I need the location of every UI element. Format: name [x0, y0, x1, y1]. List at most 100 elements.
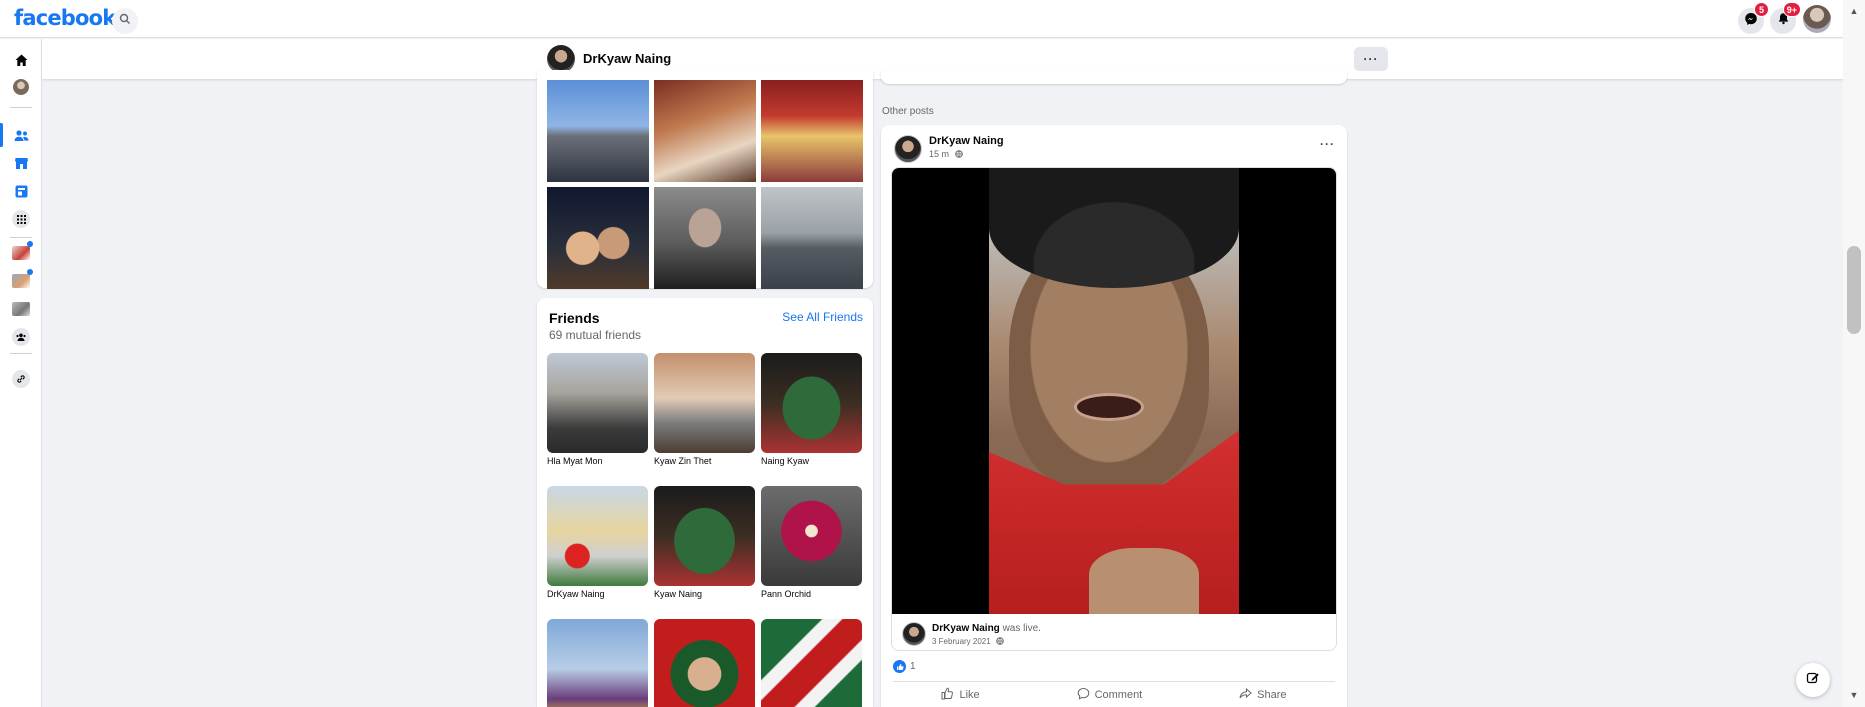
- friend-tile[interactable]: [761, 619, 862, 707]
- messenger-button[interactable]: 5: [1738, 2, 1769, 34]
- rail-divider: [10, 353, 32, 354]
- comment-label[interactable]: Comment: [1095, 689, 1143, 701]
- photo-thumbnail[interactable]: [654, 80, 756, 182]
- profile-avatar-icon[interactable]: [11, 77, 31, 97]
- search-button[interactable]: [112, 8, 138, 34]
- friends-card: Friends 69 mutual friends See All Friend…: [537, 298, 873, 707]
- reaction-count[interactable]: 1: [910, 661, 916, 672]
- pages-icon[interactable]: [11, 181, 31, 201]
- friend-photo[interactable]: [547, 486, 648, 586]
- like-label[interactable]: Like: [959, 689, 979, 701]
- video-hand: [1089, 548, 1199, 614]
- see-all-friends-link[interactable]: See All Friends: [782, 310, 863, 324]
- friend-photo[interactable]: [547, 619, 648, 707]
- active-indicator: [0, 123, 3, 147]
- photo-thumbnail[interactable]: [761, 80, 863, 182]
- photo-thumbnail[interactable]: [547, 187, 649, 289]
- friend-photo[interactable]: [761, 353, 862, 453]
- post-action-bar: Like Comment Share: [893, 681, 1335, 707]
- friend-tile[interactable]: DrKyaw Naing: [547, 486, 648, 599]
- other-posts-label: Other posts: [882, 106, 934, 117]
- home-icon[interactable]: [11, 50, 31, 70]
- share-button[interactable]: Share: [1239, 687, 1287, 703]
- live-date[interactable]: 3 February 2021: [932, 637, 1004, 646]
- mutual-friends-count: 69 mutual friends: [549, 328, 642, 342]
- notifications-button[interactable]: 9+: [1770, 2, 1801, 34]
- photo-thumbnail[interactable]: [654, 187, 756, 289]
- photo-thumbnail[interactable]: [547, 80, 649, 182]
- unread-dot: [27, 269, 33, 275]
- share-label[interactable]: Share: [1257, 689, 1286, 701]
- friend-tile[interactable]: Hla Myat Mon: [547, 353, 648, 466]
- friend-tile[interactable]: [654, 619, 755, 707]
- scroll-down-arrow-icon[interactable]: ▼: [1849, 690, 1859, 700]
- friend-tile[interactable]: Pann Orchid: [761, 486, 862, 599]
- friend-name[interactable]: Kyaw Naing: [654, 589, 755, 599]
- friend-photo[interactable]: [654, 353, 755, 453]
- friends-icon[interactable]: [11, 125, 31, 145]
- video-player[interactable]: [892, 168, 1336, 614]
- previous-post-card: [881, 70, 1347, 84]
- post-author-avatar[interactable]: [894, 135, 922, 163]
- share-icon: [1239, 687, 1252, 703]
- compose-icon: [1806, 671, 1820, 690]
- post-time-text[interactable]: 15 m: [929, 149, 949, 159]
- friend-name[interactable]: Kyaw Zin Thet: [654, 456, 755, 466]
- friend-name[interactable]: DrKyaw Naing: [547, 589, 648, 599]
- like-button[interactable]: Like: [941, 687, 980, 703]
- live-author-avatar[interactable]: [902, 622, 926, 646]
- friend-photo[interactable]: [547, 353, 648, 453]
- reaction-summary[interactable]: 1: [893, 660, 916, 673]
- facebook-logo[interactable]: facebook: [14, 6, 116, 30]
- top-navigation-bar: facebook 5 9+: [0, 0, 1843, 38]
- friend-photo[interactable]: [654, 619, 755, 707]
- account-avatar[interactable]: [1803, 5, 1831, 33]
- group-shortcut-icon[interactable]: [11, 241, 33, 263]
- scroll-up-arrow-icon[interactable]: ▲: [1849, 6, 1859, 16]
- photo-thumbnail[interactable]: [761, 187, 863, 289]
- marketplace-icon[interactable]: [11, 153, 31, 173]
- page-scrollbar[interactable]: ▲ ▼: [1843, 0, 1865, 707]
- post-author-name[interactable]: DrKyaw Naing: [929, 135, 1004, 147]
- unread-dot: [27, 241, 33, 247]
- link-icon[interactable]: [11, 369, 31, 389]
- friend-tile[interactable]: Naing Kyaw: [761, 353, 862, 466]
- left-navigation-rail: [0, 39, 42, 707]
- comment-button[interactable]: Comment: [1077, 687, 1143, 703]
- friend-name[interactable]: Pann Orchid: [761, 589, 862, 599]
- globe-icon: [993, 637, 1004, 646]
- profile-name[interactable]: DrKyaw Naing: [583, 51, 671, 66]
- rail-divider: [10, 107, 32, 108]
- friend-name[interactable]: Hla Myat Mon: [547, 456, 648, 466]
- like-reaction-icon: [893, 660, 906, 673]
- friend-photo[interactable]: [654, 486, 755, 586]
- live-suffix: was live.: [1002, 623, 1041, 634]
- shared-live-video[interactable]: DrKyaw Naing was live. 3 February 2021: [891, 167, 1337, 651]
- menu-grid-icon[interactable]: [11, 209, 31, 229]
- live-author-name[interactable]: DrKyaw Naing: [932, 623, 1000, 634]
- profile-more-button[interactable]: ···: [1354, 47, 1388, 71]
- video-mouth: [1074, 393, 1144, 421]
- scrollbar-thumb[interactable]: [1847, 246, 1861, 334]
- new-message-button[interactable]: [1796, 663, 1830, 697]
- comment-icon: [1077, 687, 1090, 703]
- globe-icon: [952, 149, 963, 159]
- post-timestamp[interactable]: 15 m: [929, 149, 963, 159]
- friend-photo[interactable]: [761, 619, 862, 707]
- post-card: DrKyaw Naing 15 m ··· DrKyaw Naing was l…: [881, 125, 1347, 707]
- profile-avatar[interactable]: [547, 45, 575, 73]
- live-date-text[interactable]: 3 February 2021: [932, 637, 991, 646]
- group-shortcut-icon[interactable]: [11, 299, 31, 319]
- live-status: DrKyaw Naing was live.: [932, 623, 1041, 634]
- friend-tile[interactable]: Kyaw Naing: [654, 486, 755, 599]
- notifications-badge: 9+: [1782, 2, 1801, 17]
- friends-title: Friends: [549, 310, 600, 326]
- post-more-button[interactable]: ···: [1320, 137, 1335, 151]
- friend-tile[interactable]: Kyaw Zin Thet: [654, 353, 755, 466]
- friend-photo[interactable]: [761, 486, 862, 586]
- group-shortcut-icon[interactable]: [11, 269, 33, 291]
- friend-name[interactable]: Naing Kyaw: [761, 456, 862, 466]
- thumbs-up-icon: [941, 687, 954, 703]
- groups-icon[interactable]: [11, 327, 31, 347]
- friend-tile[interactable]: [547, 619, 648, 707]
